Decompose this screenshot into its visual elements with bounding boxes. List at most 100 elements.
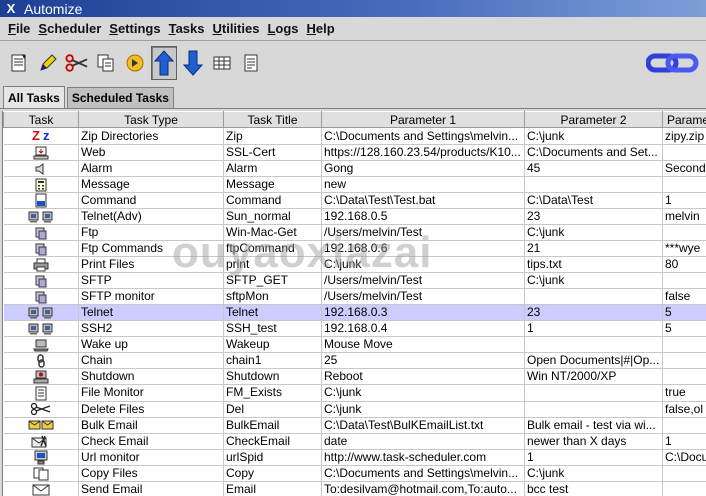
parameter-1-cell[interactable]: Reboot <box>321 368 525 386</box>
menu-help[interactable]: Help <box>307 21 335 36</box>
task-type-cell[interactable]: SFTP monitor <box>78 288 224 306</box>
task-type-cell[interactable]: Message <box>78 176 224 193</box>
col-header-task[interactable]: Task <box>3 111 79 128</box>
task-title-cell[interactable]: Sun_normal <box>223 208 322 226</box>
parameter-3-cell[interactable] <box>662 368 706 386</box>
task-type-cell[interactable]: Chain <box>78 352 224 370</box>
parameter-1-cell[interactable]: C:\Documents and Settings\melvin... <box>321 127 525 145</box>
task-type-cell[interactable]: File Monitor <box>78 384 224 402</box>
parameter-3-cell[interactable]: 5 <box>662 320 706 338</box>
parameter-2-cell[interactable]: C:\junk <box>524 127 663 145</box>
task-title-cell[interactable]: BulkEmail <box>223 417 322 434</box>
parameter-2-cell[interactable]: 23 <box>524 208 663 226</box>
copy-task-button[interactable] <box>93 46 119 80</box>
task-icon-cell[interactable] <box>3 449 79 467</box>
task-title-cell[interactable]: urlSpid <box>223 449 322 467</box>
task-type-cell[interactable]: Wake up <box>78 336 224 354</box>
parameter-2-cell[interactable]: C:\Documents and Set... <box>524 144 663 161</box>
task-type-cell[interactable]: Telnet(Adv) <box>78 208 224 226</box>
task-icon-cell[interactable] <box>3 256 79 274</box>
cut-task-button[interactable] <box>64 46 90 80</box>
parameter-3-cell[interactable]: ***wye <box>662 240 706 258</box>
parameter-2-cell[interactable] <box>524 336 663 354</box>
table-row[interactable]: Chain chain1 25 Open Documents|#|Op... <box>3 352 706 370</box>
parameter-3-cell[interactable] <box>662 465 706 483</box>
parameter-3-cell[interactable] <box>662 417 706 434</box>
parameter-2-cell[interactable]: C:\junk <box>524 272 663 290</box>
table-row[interactable]: Telnet(Adv) Sun_normal 192.168.0.5 23 melvin <box>3 208 706 226</box>
parameter-3-cell[interactable]: true <box>662 384 706 402</box>
parameter-3-cell[interactable] <box>662 272 706 290</box>
task-type-cell[interactable]: Web <box>78 144 224 161</box>
parameter-3-cell[interactable]: C:\Docu <box>662 449 706 467</box>
task-icon-cell[interactable] <box>3 352 79 370</box>
task-title-cell[interactable]: Alarm <box>223 160 322 177</box>
task-type-cell[interactable]: Send Email <box>78 481 224 496</box>
table-row[interactable]: Telnet Telnet 192.168.0.3 23 5 <box>3 304 706 322</box>
parameter-1-cell[interactable]: 192.168.0.6 <box>321 240 525 258</box>
task-icon-cell[interactable] <box>3 192 79 210</box>
parameter-3-cell[interactable] <box>662 144 706 161</box>
task-type-cell[interactable]: Command <box>78 192 224 210</box>
parameter-1-cell[interactable]: https://128.160.23.54/products/K10... <box>321 144 525 161</box>
table-row[interactable]: SSH2 SSH_test 192.168.0.4 1 5 <box>3 320 706 338</box>
table-row[interactable]: Check Email CheckEmail date newer than X da… <box>3 433 706 450</box>
task-title-cell[interactable]: ftpCommand <box>223 240 322 258</box>
parameter-3-cell[interactable]: false <box>662 288 706 306</box>
task-type-cell[interactable]: Copy Files <box>78 465 224 483</box>
table-row[interactable]: Command Command C:\Data\Test\Test.bat C:\Da… <box>3 192 706 210</box>
task-icon-cell[interactable] <box>3 272 79 290</box>
table-row[interactable]: Alarm Alarm Gong 45 Second <box>3 160 706 177</box>
menu-utilities[interactable]: Utilities <box>212 21 259 36</box>
table-row[interactable]: SFTP SFTP_GET/Users/melvin/Test C:\junk <box>3 272 706 290</box>
task-icon-cell[interactable] <box>3 288 79 306</box>
task-title-cell[interactable]: Zip <box>223 127 322 145</box>
parameter-2-cell[interactable]: 45 <box>524 160 663 177</box>
task-title-cell[interactable]: Shutdown <box>223 368 322 386</box>
table-row[interactable]: Shutdown Shutdown Reboot Win NT/2000/XP <box>3 368 706 386</box>
menu-scheduler[interactable]: Scheduler <box>38 21 101 36</box>
table-row[interactable]: Bulk Email BulkEmail C:\Data\Test\BulKEmai… <box>3 417 706 434</box>
parameter-1-cell[interactable]: /Users/melvin/Test <box>321 272 525 290</box>
parameter-3-cell[interactable]: 80 <box>662 256 706 274</box>
menu-file[interactable]: File <box>8 21 30 36</box>
parameter-3-cell[interactable] <box>662 481 706 496</box>
table-row[interactable]: Ftp Commands ftpCommand 192.168.0.6 21 ***wy… <box>3 240 706 258</box>
task-icon-cell[interactable] <box>3 240 79 258</box>
task-icon-cell[interactable] <box>3 465 79 483</box>
table-row[interactable]: Copy Files Copy C:\Documents and Settings\… <box>3 465 706 483</box>
parameter-1-cell[interactable]: C:\Data\Test\Test.bat <box>321 192 525 210</box>
move-down-button[interactable] <box>180 46 206 80</box>
task-icon-cell[interactable] <box>3 224 79 242</box>
table-row[interactable]: Zz Zip Directories Zip C:\Documents and Set… <box>3 127 706 145</box>
parameter-2-cell[interactable] <box>524 288 663 306</box>
task-icon-cell[interactable] <box>3 176 79 193</box>
parameter-2-cell[interactable]: C:\junk <box>524 465 663 483</box>
parameter-2-cell[interactable]: Open Documents|#|Op... <box>524 352 663 370</box>
task-icon-cell[interactable] <box>3 481 79 496</box>
col-header-parameter-1[interactable]: Parameter 1 <box>321 111 525 128</box>
task-icon-cell[interactable] <box>3 320 79 338</box>
task-icon-cell[interactable] <box>3 304 79 322</box>
col-header-task-title[interactable]: Task Title <box>223 111 322 128</box>
table-row[interactable]: Url monitor urlSpid http://www.task-schedu… <box>3 449 706 467</box>
task-title-cell[interactable]: SSL-Cert <box>223 144 322 161</box>
task-title-cell[interactable]: Email <box>223 481 322 496</box>
parameter-1-cell[interactable]: /Users/melvin/Test <box>321 224 525 242</box>
task-type-cell[interactable]: SSH2 <box>78 320 224 338</box>
col-header-parameter-2[interactable]: Parameter 2 <box>524 111 663 128</box>
parameter-1-cell[interactable]: Mouse Move <box>321 336 525 354</box>
parameter-2-cell[interactable]: C:\Data\Test <box>524 192 663 210</box>
new-task-button[interactable] <box>6 46 32 80</box>
task-title-cell[interactable]: FM_Exists <box>223 384 322 402</box>
parameter-3-cell[interactable] <box>662 336 706 354</box>
parameter-3-cell[interactable]: 5 <box>662 304 706 322</box>
table-row[interactable]: Delete Files Del C:\junk false,ol <box>3 401 706 418</box>
parameter-2-cell[interactable] <box>524 401 663 418</box>
col-header-parameter-3[interactable]: Parame <box>662 111 706 128</box>
task-icon-cell[interactable] <box>3 208 79 226</box>
parameter-1-cell[interactable]: 192.168.0.3 <box>321 304 525 322</box>
task-title-cell[interactable]: SFTP_GET <box>223 272 322 290</box>
parameter-3-cell[interactable] <box>662 352 706 370</box>
task-type-cell[interactable]: SFTP <box>78 272 224 290</box>
